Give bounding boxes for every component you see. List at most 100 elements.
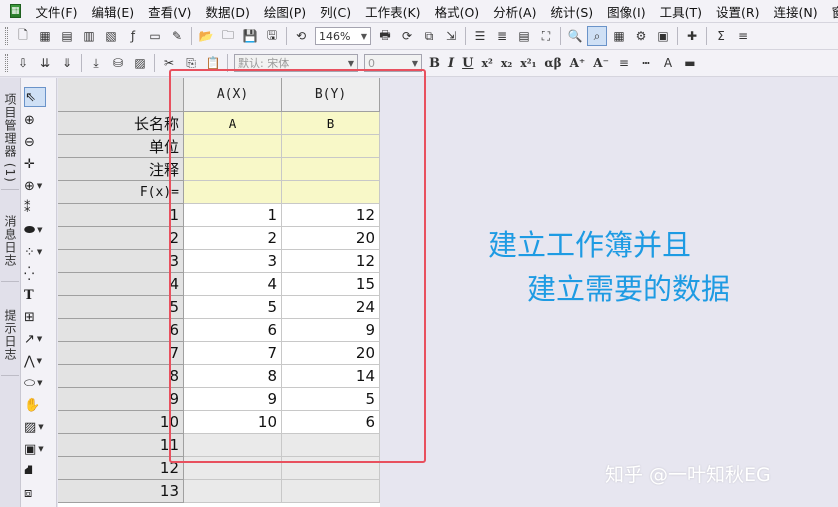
super-subscript-icon[interactable]: x²₁ [516, 57, 540, 70]
row-label-formula[interactable]: F(x)= [58, 181, 184, 204]
recalculate-icon[interactable]: ⟲ [291, 26, 311, 46]
data-cell-b[interactable]: 12 [282, 250, 380, 273]
arrow-tool-icon[interactable]: ↗ ▼ [24, 329, 54, 349]
formula-cell[interactable] [184, 181, 282, 204]
sum-icon[interactable]: Σ [711, 26, 731, 46]
data-cell-b[interactable]: 15 [282, 273, 380, 296]
units-cell[interactable] [282, 135, 380, 158]
font-size-select[interactable]: 0 ▼ [364, 54, 422, 72]
menu-plot[interactable]: 绘图(P) [257, 2, 313, 21]
long-name-cell[interactable]: A [184, 112, 282, 135]
row-header[interactable]: 6 [58, 319, 184, 342]
data-cell-b[interactable]: 12 [282, 204, 380, 227]
decrease-font-icon[interactable]: A⁻ [589, 56, 613, 70]
row-header[interactable]: 12 [58, 457, 184, 480]
add-column-icon[interactable]: ✚ [682, 26, 702, 46]
import-image-icon[interactable]: ▨ [130, 53, 150, 73]
polyline-tool-icon[interactable]: ⋀ ▼ [24, 351, 54, 371]
data-cell-a[interactable]: 7 [184, 342, 282, 365]
font-color-icon[interactable]: A [658, 53, 678, 73]
tab-project-explorer[interactable]: 项目管理器 (1) [1, 82, 19, 190]
data-cell-a[interactable]: 2 [184, 227, 282, 250]
chart-tool-icon[interactable]: ▨ ▼ [24, 417, 54, 437]
draw-data-icon[interactable]: ⁘ ▼ [24, 242, 54, 262]
print-icon[interactable]: 🖶 [375, 26, 395, 46]
data-cell-b[interactable]: 6 [282, 411, 380, 434]
row-label-long-name[interactable]: 长名称 [58, 112, 184, 135]
new-project-icon[interactable]: 🗋 [13, 26, 33, 46]
row-header[interactable]: 11 [58, 434, 184, 457]
data-cell-b[interactable] [282, 480, 380, 503]
menu-data[interactable]: 数据(D) [198, 2, 256, 21]
menu-format[interactable]: 格式(O) [428, 2, 487, 21]
tab-smart-hint-log[interactable]: 提示日志 [1, 290, 19, 376]
region-icon[interactable]: ⁛ [24, 264, 54, 284]
row-header[interactable]: 10 [58, 411, 184, 434]
export-icon[interactable]: ⇲ [441, 26, 461, 46]
worksheet-corner[interactable] [58, 78, 184, 112]
new-function-icon[interactable]: ƒ [123, 26, 143, 46]
data-cell-a[interactable]: 8 [184, 365, 282, 388]
fill-color-icon[interactable]: ▬ [680, 53, 700, 73]
screen-reader-icon[interactable]: ✛ [24, 154, 54, 174]
row-header[interactable]: 7 [58, 342, 184, 365]
save-template-icon[interactable]: 🖫 [262, 26, 282, 46]
row-label-units[interactable]: 单位 [58, 135, 184, 158]
data-cell-b[interactable] [282, 434, 380, 457]
pointer-icon[interactable]: ⇖ [24, 87, 46, 107]
zoom-select[interactable]: 146% ▼ [315, 27, 371, 45]
data-cell-b[interactable] [282, 457, 380, 480]
data-cell-a[interactable]: 10 [184, 411, 282, 434]
units-cell[interactable] [184, 135, 282, 158]
data-cell-b[interactable]: 9 [282, 319, 380, 342]
long-name-cell[interactable]: B [282, 112, 380, 135]
copy-page-icon[interactable]: ⧉ [419, 26, 439, 46]
menu-worksheet[interactable]: 工作表(K) [358, 2, 427, 21]
open-folder-icon[interactable]: 📂 [196, 26, 216, 46]
increase-font-icon[interactable]: A⁺ [566, 56, 590, 70]
import-data-icon[interactable]: ⤓ [86, 53, 106, 73]
row-label-comments[interactable]: 注释 [58, 158, 184, 181]
data-selector-icon[interactable]: ⁑ [24, 198, 54, 218]
menu-image[interactable]: 图像(I) [600, 2, 652, 21]
formula-cell[interactable] [282, 181, 380, 204]
new-layout-icon[interactable]: ▭ [145, 26, 165, 46]
refresh-window-icon[interactable]: ⟳ [397, 26, 417, 46]
data-cell-b[interactable]: 5 [282, 388, 380, 411]
greek-icon[interactable]: αβ [540, 56, 565, 70]
row-header[interactable]: 2 [58, 227, 184, 250]
column-header-b[interactable]: B(Y) [282, 78, 380, 112]
row-header[interactable]: 9 [58, 388, 184, 411]
magnifier-icon[interactable]: 🔍 [565, 26, 585, 46]
import-multiple-icon[interactable]: ⇊ [35, 53, 55, 73]
paste-icon[interactable]: 📋 [203, 53, 223, 73]
mask-icon[interactable]: ⬬ ▼ [24, 220, 54, 240]
row-header[interactable]: 5 [58, 296, 184, 319]
menu-statistics[interactable]: 统计(S) [543, 2, 600, 21]
results-log-icon[interactable]: ≣ [492, 26, 512, 46]
italic-icon[interactable]: I [444, 56, 458, 71]
subscript-icon[interactable]: x₂ [497, 57, 516, 70]
data-cell-b[interactable]: 20 [282, 342, 380, 365]
data-cell-b[interactable]: 14 [282, 365, 380, 388]
command-window-icon[interactable]: ▤ [514, 26, 534, 46]
row-header[interactable]: 4 [58, 273, 184, 296]
column-stats-icon[interactable]: ≡ [733, 26, 753, 46]
import-ascii-icon[interactable]: ⇩ [13, 53, 33, 73]
data-cell-a[interactable]: 3 [184, 250, 282, 273]
menu-settings[interactable]: 设置(R) [709, 2, 766, 21]
data-cell-b[interactable]: 20 [282, 227, 380, 250]
import-wizard-icon[interactable]: ⇓ [57, 53, 77, 73]
toolbar-grip[interactable] [5, 27, 8, 45]
comments-cell[interactable] [282, 158, 380, 181]
new-matrix-icon[interactable]: ▤ [57, 26, 77, 46]
layer-tool-icon[interactable]: ▣ ▼ [24, 439, 54, 459]
data-cell-a[interactable]: 1 [184, 204, 282, 227]
data-cell-a[interactable] [184, 480, 282, 503]
data-cell-a[interactable]: 5 [184, 296, 282, 319]
project-explorer-icon[interactable]: ☰ [470, 26, 490, 46]
menu-analysis[interactable]: 分析(A) [486, 2, 543, 21]
open-template-icon[interactable]: 🗀 [218, 26, 238, 46]
data-cell-a[interactable]: 4 [184, 273, 282, 296]
worksheet-app-icon[interactable]: ▦ [10, 4, 21, 18]
